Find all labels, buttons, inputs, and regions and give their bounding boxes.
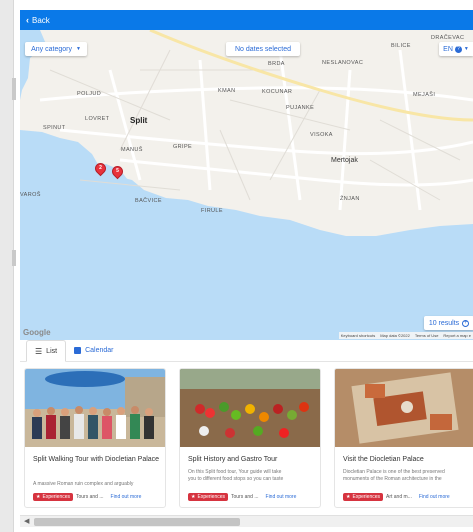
place-split: Split [130,116,148,125]
place-kman: KMAN [218,88,236,94]
place-znjan: ŽNJAN [340,196,360,202]
place-dracevac: DRAČEVAC [431,35,465,41]
place-kocunar: KOCUNAR [262,89,293,95]
map-canvas [20,30,473,340]
find-out-more-link[interactable]: Find out more [266,494,297,500]
map-data-text: Map data ©2022 [380,333,410,338]
results-list: Split Walking Tour with Diocletian Palac… [24,368,473,510]
chevron-left-icon: ‹ [26,15,29,25]
report-error-link[interactable]: Report a map e [443,333,471,338]
map-marker-count: 5 [116,168,119,174]
map-attribution: Keyboard shortcuts Map data ©2022 Terms … [338,332,473,339]
place-bacvice: BAČVICE [135,198,162,204]
plus-circle-icon: + [462,319,470,327]
card-footer: ★ Experiences Tours and ... Find out more [33,493,141,501]
card-description: Diocletian Palace is one of the best pre… [343,469,445,475]
date-filter-label: No dates selected [234,45,292,53]
star-icon: ★ [346,494,351,500]
category-badge-label: Experiences [42,494,70,500]
find-out-more-link[interactable]: Find out more [111,494,142,500]
scroll-left-icon[interactable]: ◀ [24,517,29,525]
sea-area-main [20,130,473,340]
card-tags: Tours and ... [76,494,104,500]
place-lovret: LOVRET [85,116,110,122]
date-filter[interactable]: No dates selected [226,42,300,56]
place-visoka: VISOKA [310,132,333,138]
language-selector[interactable]: EN ? ▼ [439,42,473,56]
card-title[interactable]: Split Walking Tour with Diocletian Palac… [33,455,161,465]
place-mertojak: Mertojak [331,157,358,164]
place-gripe: GRIPE [173,144,193,150]
category-badge-label: Experiences [197,494,225,500]
caret-down-icon: ▼ [75,46,81,52]
place-manus: MANUŠ [121,147,143,153]
list-icon: ☰ [35,346,43,356]
place-pujanke: PUJANKE [286,105,315,111]
card-image-group-photo [25,369,165,447]
result-card[interactable]: Visit the Diocletian Palace Diocletian P… [334,368,473,508]
left-panel-strip [0,0,16,532]
left-panel-handle-lower[interactable] [12,250,16,266]
back-label: Back [32,15,50,25]
google-logo: Google [23,328,51,337]
scrollbar-thumb[interactable] [34,518,240,526]
language-label: EN [443,45,453,53]
find-out-more-link[interactable]: Find out more [419,494,450,500]
card-title[interactable]: Split History and Gastro Tour [188,455,316,465]
place-neslanovac: NESLANOVAC [322,60,364,66]
card-description: monuments of the Roman architecture in t… [343,476,442,482]
place-bilice: BILICE [391,43,411,49]
category-badge: ★ Experiences [343,493,383,501]
place-brda: BRDA [268,61,285,67]
top-bar: ‹ Back [20,10,473,30]
results-count-button[interactable]: 10 results + [424,316,473,330]
back-button[interactable]: ‹ Back [26,15,50,25]
sea-area [20,30,46,100]
card-description: A massive Roman ruin complex and arguabl… [33,481,134,487]
star-icon: ★ [36,494,41,500]
results-count-label: 10 results [428,319,460,327]
caret-down-icon: ▼ [463,46,469,52]
map-marker-count: 2 [99,165,102,171]
result-card[interactable]: Split Walking Tour with Diocletian Palac… [24,368,166,508]
help-icon: ? [454,45,462,53]
card-description: you to different food stops so you can t… [188,476,284,482]
map[interactable]: BRDA NESLANOVAC BILICE DRAČEVAC POLJUD K… [20,30,473,340]
card-footer: ★ Experiences Art and m... Find out more [343,493,450,501]
category-badge: ★ Experiences [188,493,228,501]
category-filter[interactable]: Any category ▼ [25,42,87,56]
star-icon: ★ [191,494,196,500]
category-filter-label: Any category [31,45,72,53]
tab-list[interactable]: ☰ List [26,340,67,362]
calendar-icon [74,346,82,354]
page: ‹ Back BRDA NESLANOVAC BILICE DRAČEVAC P… [0,0,473,532]
left-panel-handle[interactable] [12,78,16,100]
tab-calendar[interactable]: Calendar [66,339,121,361]
place-firule: FIRULE [201,208,223,214]
place-varos: VAROŠ [20,192,41,198]
view-tabs: ☰ List Calendar [20,340,473,362]
horizontal-scrollbar[interactable]: ◀ [20,515,473,527]
place-poljud: POLJUD [77,91,102,97]
place-mejasi: MEJAŠI [413,92,436,98]
category-badge: ★ Experiences [33,493,73,501]
terms-link[interactable]: Terms of Use [415,333,439,338]
card-tags: Tours and ... [231,494,259,500]
tab-calendar-label: Calendar [85,346,114,354]
card-image-palace-aerial [335,369,473,447]
keyboard-shortcuts-link[interactable]: Keyboard shortcuts [341,333,375,338]
result-card[interactable]: Split History and Gastro Tour On this Sp… [179,368,321,508]
card-description: On this Split food tour, Your guide will… [188,469,282,475]
card-image-market [180,369,320,447]
place-spinut: SPINUT [43,125,66,131]
tab-list-label: List [46,347,58,355]
card-title[interactable]: Visit the Diocletian Palace [343,455,471,465]
card-tags: Art and m... [386,494,412,500]
category-badge-label: Experiences [352,494,380,500]
card-footer: ★ Experiences Tours and ... Find out more [188,493,296,501]
